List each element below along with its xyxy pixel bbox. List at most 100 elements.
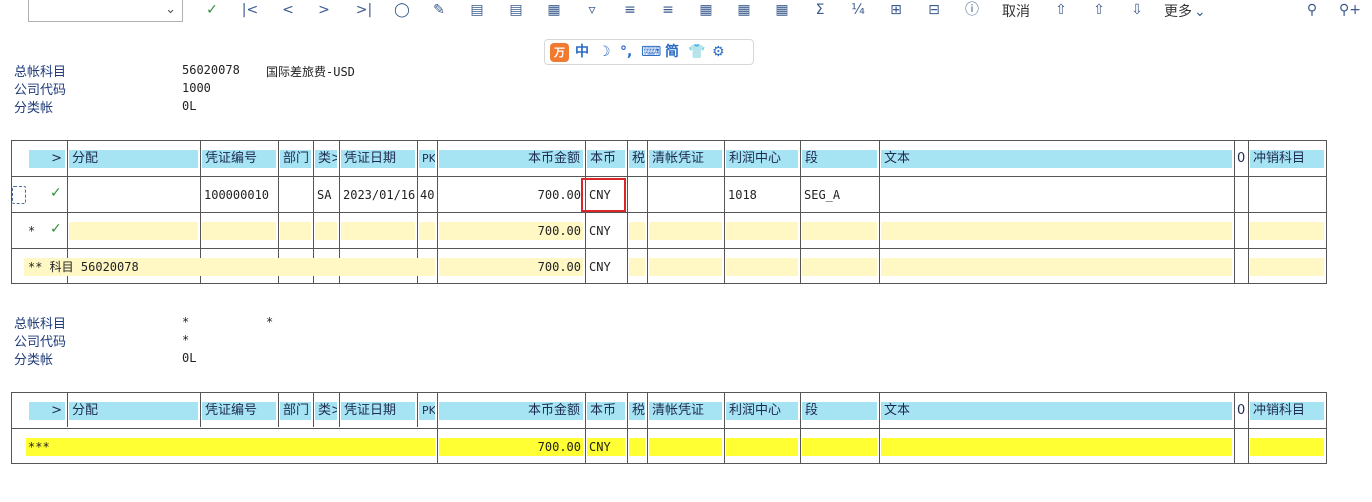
line-item-table: > 分配 凭证编号 部门 类> 凭证日期 PK 本币金额 本币 税 清帐凭证 利… [11,140,1327,284]
doc-no-cell[interactable]: 100000010 [200,186,278,204]
account-total-currency: CNY [589,260,611,274]
column-header-offset-account[interactable]: 冲销科目 [1250,402,1324,420]
column-header-currency[interactable]: 本币 [587,150,625,168]
ime-simplified-icon[interactable]: 简 [665,43,679,62]
subtotal-icon[interactable]: ¼ [846,0,870,22]
column-header-segment[interactable]: 段 [802,402,877,420]
gl-account-label: 总帐科目 [14,65,67,80]
gl-account-label: 总帐科目 [14,317,67,332]
column-header-pk[interactable]: PK [419,402,435,420]
grand-total-table: > 分配 凭证编号 部门 类> 凭证日期 PK 本币金额 本币 税 清帐凭证 利… [11,392,1327,464]
grid-icon[interactable]: ▦ [694,0,718,22]
column-header-text[interactable]: 文本 [881,402,1232,420]
amount-cell: 700.00 [537,188,581,202]
type-cell: SA [317,188,332,202]
ime-logo[interactable]: 万 [550,43,569,62]
ime-punctuation-icon[interactable]: °, [620,43,632,62]
expand-column-header[interactable]: > [29,402,65,420]
column-header-segment[interactable]: 段 [802,150,877,168]
search-plus-icon[interactable]: ⚲+ [1338,0,1362,22]
sort-descending-icon[interactable]: ≡ [656,0,680,22]
column-header-tax[interactable]: 税 [629,150,645,168]
column-header-currency[interactable]: 本币 [587,402,625,420]
segment-cell: SEG_A [804,188,841,202]
company-code-label: 公司代码 [14,83,67,98]
column-header-amount[interactable]: 本币金额 [439,402,583,420]
download-icon[interactable]: ⇩ [1125,0,1149,22]
toolbar: ⌄ ✓ |< < > >| ◯ ✎ ▤ ▤ ▦ ▿ ≡ ≡ ▦ ▦ ▦ Σ ¼ … [0,0,1372,24]
chevron-down-icon[interactable]: ⌄ [165,2,176,17]
grand-total-currency: CNY [589,440,611,454]
more-menu[interactable]: 更多 ⌄ [1164,1,1206,21]
grid-select-icon[interactable]: ▦ [770,0,794,22]
upload-icon[interactable]: ⇧ [1087,0,1111,22]
ime-chinese-mode-icon[interactable]: 中 [575,43,589,62]
edit-pencil-icon[interactable]: ✎ [427,0,451,22]
gl-account-value: * [182,315,190,329]
detail-icon[interactable]: ▤ [465,0,489,22]
sum-icon[interactable]: Σ [808,0,832,22]
status-check-icon: ✓ [50,221,62,237]
account-total-amount: 700.00 [537,260,581,274]
gl-account-description: * [266,315,274,329]
ledger-value: 0L [182,99,197,113]
search-icon[interactable]: ⚲ [1300,0,1324,22]
column-header-profit-center[interactable]: 利润中心 [726,150,798,168]
column-header-pk[interactable]: PK [419,150,435,168]
column-header-assignment[interactable]: 分配 [69,150,198,168]
filter-icon[interactable]: ▿ [580,0,604,22]
info-icon[interactable]: ⓘ [960,0,984,22]
ime-settings-icon[interactable]: ⚙ [712,43,725,62]
column-header-dept[interactable]: 部门 [280,150,311,168]
column-header-doc-date[interactable]: 凭证日期 [341,150,415,168]
account-total-label: ** 科目 56020078 [28,260,139,274]
grid-layout-icon[interactable]: ▦ [732,0,756,22]
collapse-icon[interactable]: ⊟ [922,0,946,22]
company-code-value: * [182,333,190,347]
column-header-text[interactable]: 文本 [881,150,1232,168]
first-page-icon[interactable]: |< [238,0,262,22]
cancel-button[interactable]: 取消 [1002,1,1030,21]
document-icon[interactable]: ▤ [504,0,528,22]
last-page-icon[interactable]: >| [352,0,376,22]
change-document-icon[interactable]: ▦ [542,0,566,22]
gl-account-value: 56020078 [182,63,240,77]
ime-skin-icon[interactable]: 👕 [688,43,705,62]
column-header-dept[interactable]: 部门 [280,402,311,420]
next-page-icon[interactable]: > [312,0,336,22]
display-icon[interactable]: ◯ [390,0,414,22]
column-header-amount[interactable]: 本币金额 [439,150,583,168]
chevron-down-icon: ⌄ [1194,4,1206,20]
ledger-label: 分类帐 [14,101,54,116]
gl-account-description: 国际差旅费-USD [266,65,355,79]
previous-page-icon[interactable]: < [276,0,300,22]
column-header-zero[interactable]: 0 [1236,150,1246,168]
company-code-label: 公司代码 [14,335,67,350]
ledger-value: 0L [182,351,197,365]
column-header-type[interactable]: 类> [315,402,337,420]
column-header-assignment[interactable]: 分配 [69,402,198,420]
column-header-profit-center[interactable]: 利润中心 [726,402,798,420]
row-select-icon[interactable] [12,186,26,204]
column-header-doc-no[interactable]: 凭证编号 [202,402,276,420]
layout-select[interactable]: ⌄ [28,0,183,22]
pk-cell: 40 [420,188,435,202]
ime-toolbar[interactable]: 万 中 ☽ °, ⌨ 简 👕 ⚙ [544,39,754,65]
column-header-offset-account[interactable]: 冲销科目 [1250,150,1324,168]
column-header-doc-date[interactable]: 凭证日期 [341,402,415,420]
column-header-tax[interactable]: 税 [629,402,645,420]
expand-icon[interactable]: ⊞ [884,0,908,22]
ime-keyboard-icon[interactable]: ⌨ [641,43,661,62]
grand-total-amount: 700.00 [537,440,581,454]
check-icon[interactable]: ✓ [200,0,224,22]
export-icon[interactable]: ⇧ [1049,0,1073,22]
column-header-type[interactable]: 类> [315,150,337,168]
subtotal-currency: CNY [589,224,611,238]
expand-column-header[interactable]: > [29,150,65,168]
ime-moon-icon[interactable]: ☽ [598,43,611,62]
column-header-clearing-doc[interactable]: 清帐凭证 [649,402,722,420]
column-header-doc-no[interactable]: 凭证编号 [202,150,276,168]
sort-ascending-icon[interactable]: ≡ [618,0,642,22]
column-header-clearing-doc[interactable]: 清帐凭证 [649,150,722,168]
column-header-zero[interactable]: 0 [1236,402,1246,420]
